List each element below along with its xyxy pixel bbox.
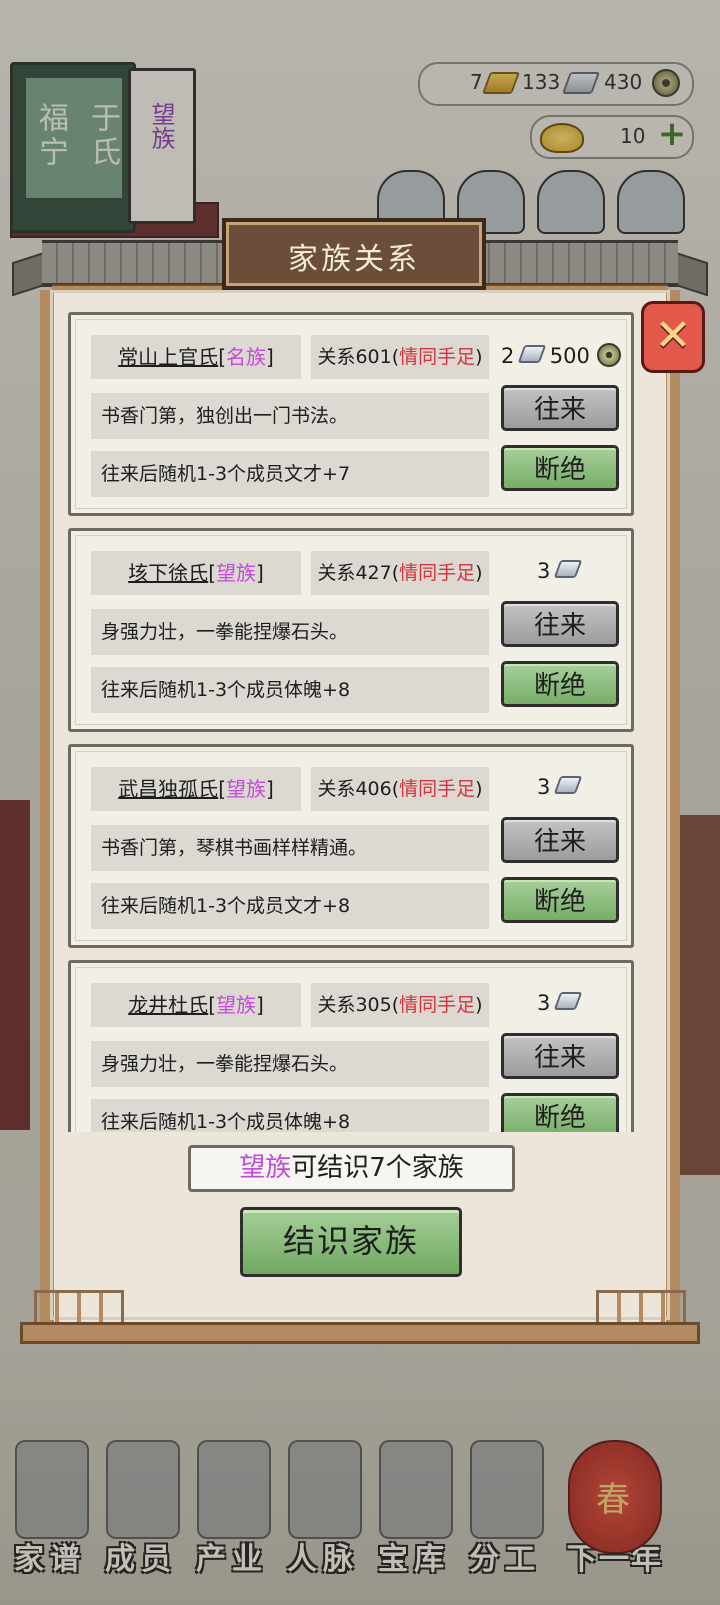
family-description: 身强力壮，一拳能捏爆石头。	[91, 1041, 489, 1087]
limit-rank: 望族	[239, 1153, 292, 1183]
cost-silver-amount: 3	[537, 775, 551, 799]
visit-button[interactable]: 往来	[501, 601, 619, 647]
family-name[interactable]: 武昌独孤氏[望族]	[91, 767, 301, 811]
lattice-left	[34, 1290, 124, 1326]
break-off-button[interactable]: 断绝	[501, 661, 619, 707]
break-off-button[interactable]: 断绝	[501, 1093, 619, 1132]
visit-effect: 往来后随机1-3个成员体魄+8	[91, 667, 489, 713]
family-name[interactable]: 常山上官氏[名族]	[91, 335, 301, 379]
silver-bar-icon	[553, 560, 583, 578]
family-rank-tag: 望族	[216, 561, 256, 585]
dialog-title-plaque: 家族关系	[222, 218, 486, 290]
befriend-family-button[interactable]: 结识家族	[240, 1207, 462, 1277]
family-name-text: 垓下徐氏	[128, 561, 209, 585]
relation-value: 关系601(情同手足)	[311, 335, 489, 379]
relation-suffix: )	[475, 994, 483, 1016]
cost-silver-amount: 2	[501, 344, 515, 368]
visit-effect: 往来后随机1-3个成员文才+7	[91, 451, 489, 497]
close-icon: ✕	[654, 310, 692, 361]
relation-status: 情同手足	[399, 778, 476, 800]
break-off-button[interactable]: 断绝	[501, 445, 619, 491]
silver-bar-icon	[553, 776, 583, 794]
visit-effect: 往来后随机1-3个成员体魄+8	[91, 1099, 489, 1132]
family-card: 垓下徐氏[望族] 关系427(情同手足) 3 身强力壮，一拳能捏爆石头。 往来后…	[68, 528, 634, 732]
relation-prefix: 关系427(	[317, 562, 400, 584]
relation-value: 关系305(情同手足)	[311, 983, 489, 1027]
relation-prefix: 关系305(	[317, 994, 400, 1016]
family-description: 书香门第，琴棋书画样样精通。	[91, 825, 489, 871]
silver-bar-icon	[553, 992, 583, 1010]
visit-cost: 2 500	[501, 343, 631, 375]
relation-value: 关系406(情同手足)	[311, 767, 489, 811]
dialog-base	[20, 1290, 700, 1350]
family-card: 常山上官氏[名族] 关系601(情同手足) 2 500 书香门第，独创出一门书法…	[68, 312, 634, 516]
family-card: 武昌独孤氏[望族] 关系406(情同手足) 3 书香门第，琴棋书画样样精通。 往…	[68, 744, 634, 948]
limit-text: 可结识7个家族	[291, 1153, 464, 1183]
visit-button[interactable]: 往来	[501, 385, 619, 431]
cost-silver-amount: 3	[537, 559, 551, 583]
family-description: 书香门第，独创出一门书法。	[91, 393, 489, 439]
relation-status: 情同手足	[399, 346, 476, 368]
visit-button[interactable]: 往来	[501, 1033, 619, 1079]
dialog-title: 家族关系	[288, 242, 420, 277]
family-rank-tag: 名族	[226, 345, 266, 369]
close-button[interactable]: ✕	[641, 301, 705, 373]
family-name-text: 武昌独孤氏	[118, 777, 219, 801]
visit-cost: 3	[537, 775, 636, 807]
visit-cost: 3	[537, 991, 636, 1023]
copper-coin-icon	[596, 343, 621, 367]
visit-cost: 3	[537, 559, 636, 591]
lattice-right	[596, 1290, 686, 1326]
family-rank-tag: 望族	[216, 993, 256, 1017]
family-card: 龙井杜氏[望族] 关系305(情同手足) 3 身强力壮，一拳能捏爆石头。 往来后…	[68, 960, 634, 1132]
break-off-button[interactable]: 断绝	[501, 877, 619, 923]
family-limit-info: 望族可结识7个家族	[188, 1145, 515, 1192]
cost-silver-amount: 3	[537, 991, 551, 1015]
base-rail	[20, 1322, 700, 1344]
family-list[interactable]: 常山上官氏[名族] 关系601(情同手足) 2 500 书香门第，独创出一门书法…	[68, 310, 636, 1132]
visit-button[interactable]: 往来	[501, 817, 619, 863]
relation-suffix: )	[475, 562, 483, 584]
family-rank-tag: 望族	[226, 777, 266, 801]
relation-prefix: 关系601(	[317, 346, 400, 368]
family-name-text: 常山上官氏	[118, 345, 219, 369]
relation-suffix: )	[475, 346, 483, 368]
family-name[interactable]: 垓下徐氏[望族]	[91, 551, 301, 595]
family-name-text: 龙井杜氏	[128, 993, 209, 1017]
relation-prefix: 关系406(	[317, 778, 400, 800]
visit-effect: 往来后随机1-3个成员文才+8	[91, 883, 489, 929]
family-description: 身强力壮，一拳能捏爆石头。	[91, 609, 489, 655]
family-name[interactable]: 龙井杜氏[望族]	[91, 983, 301, 1027]
relation-status: 情同手足	[399, 562, 476, 584]
cost-coin-amount: 500	[549, 344, 590, 368]
relation-status: 情同手足	[399, 994, 476, 1016]
relation-suffix: )	[475, 778, 483, 800]
relation-value: 关系427(情同手足)	[311, 551, 489, 595]
silver-bar-icon	[517, 345, 547, 363]
